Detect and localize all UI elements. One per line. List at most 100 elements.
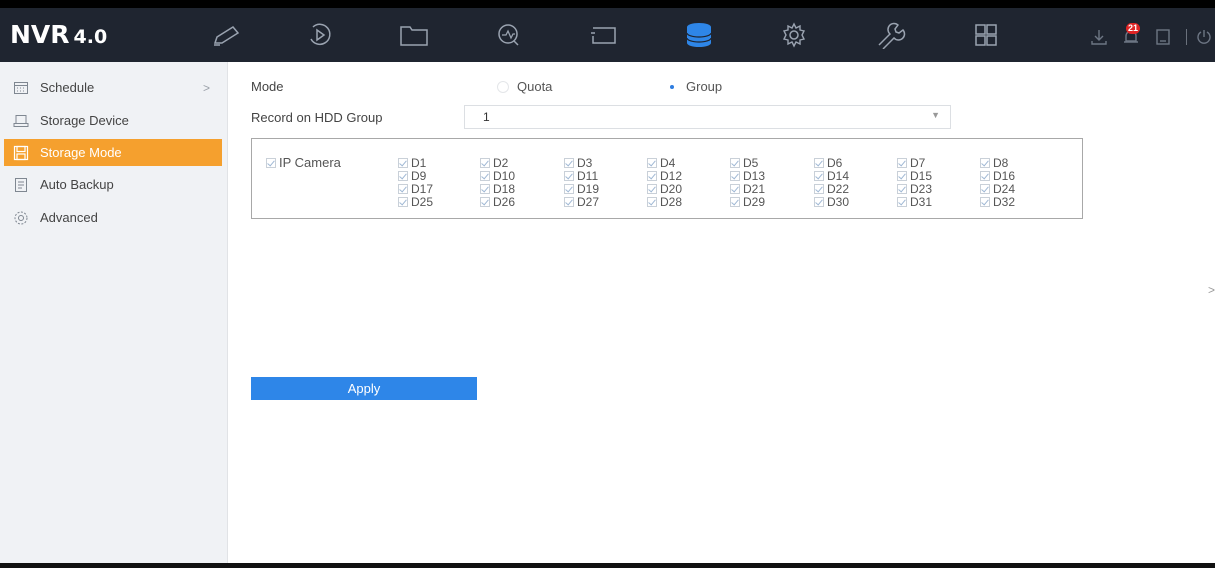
- window-top-edge: [0, 0, 1215, 8]
- camera-label: D23: [910, 182, 933, 196]
- camera-label: D19: [577, 182, 600, 196]
- camera-label: D29: [743, 195, 766, 209]
- hdd-group-select[interactable]: 1 ▼: [464, 105, 951, 129]
- camera-label: D11: [577, 169, 599, 183]
- camera-checkbox[interactable]: D13: [730, 170, 765, 182]
- camera-checkbox[interactable]: D29: [730, 196, 765, 208]
- camera-label: D26: [493, 195, 516, 209]
- checkbox-indicator: [564, 197, 574, 207]
- checkbox-indicator: [814, 171, 824, 181]
- hdd-group-value: 1: [483, 110, 490, 124]
- sidebar-item-storage-device[interactable]: Storage Device: [4, 107, 222, 134]
- camera-checkbox[interactable]: D19: [564, 183, 599, 195]
- header-tools: 21: [1078, 23, 1215, 48]
- camera-checkbox[interactable]: D12: [647, 170, 682, 182]
- camera-checkbox[interactable]: D32: [980, 196, 1015, 208]
- sidebar-item-label: Auto Backup: [40, 177, 114, 192]
- camera-label: D12: [660, 169, 683, 183]
- camera-label: D8: [993, 156, 1009, 170]
- nav-storage[interactable]: [682, 18, 716, 52]
- camera-checkbox[interactable]: D20: [647, 183, 682, 195]
- checkbox-indicator: [398, 171, 408, 181]
- nav-file-management[interactable]: [397, 18, 431, 52]
- checkbox-indicator: [398, 184, 408, 194]
- checkbox-indicator: [647, 184, 657, 194]
- checkbox-indicator: [897, 158, 907, 168]
- camera-label: D21: [743, 182, 766, 196]
- camera-checkbox[interactable]: D9: [398, 170, 426, 182]
- camera-label: D14: [827, 169, 850, 183]
- camera-checkbox[interactable]: D27: [564, 196, 599, 208]
- camera-checkbox[interactable]: D23: [897, 183, 932, 195]
- checkbox-indicator: [480, 197, 490, 207]
- sidebar-item-auto-backup[interactable]: Auto Backup: [4, 171, 222, 198]
- power-button[interactable]: [1193, 26, 1215, 48]
- checkbox-indicator: [897, 197, 907, 207]
- camera-checkbox[interactable]: D1: [398, 157, 426, 169]
- camera-checkbox[interactable]: D10: [480, 170, 515, 182]
- checkbox-indicator: [564, 158, 574, 168]
- checkbox-indicator: [564, 171, 574, 181]
- nav-playback[interactable]: [303, 18, 337, 52]
- camera-checkbox[interactable]: D18: [480, 183, 515, 195]
- sidebar-item-label: Advanced: [40, 210, 98, 225]
- camera-checkbox[interactable]: D31: [897, 196, 932, 208]
- alarm-count-badge: 21: [1126, 23, 1141, 34]
- nav-configuration[interactable]: [777, 18, 811, 52]
- main-content: Mode Quota Group Record on HDD Group 1 ▼…: [229, 62, 1215, 568]
- nav-picture[interactable]: [587, 18, 621, 52]
- sidebar-item-storage-mode[interactable]: Storage Mode: [4, 139, 222, 166]
- camera-checkbox[interactable]: D28: [647, 196, 682, 208]
- sidebar-item-advanced[interactable]: Advanced: [4, 204, 222, 231]
- backup-icon: [12, 176, 30, 194]
- alarm-button[interactable]: 21: [1120, 23, 1142, 48]
- camera-checkbox[interactable]: D30: [814, 196, 849, 208]
- nav-smart-analysis[interactable]: [492, 18, 526, 52]
- tool-divider: [1186, 29, 1187, 45]
- screen-icon: [591, 27, 616, 44]
- camera-label: D13: [743, 169, 766, 183]
- camera-label: D7: [910, 156, 926, 170]
- camera-checkbox[interactable]: D7: [897, 157, 925, 169]
- ip-camera-checkbox[interactable]: IP Camera: [266, 156, 341, 169]
- download-button[interactable]: [1088, 26, 1110, 48]
- camera-checkbox[interactable]: D15: [897, 170, 932, 182]
- mode-group-radio[interactable]: Group: [666, 79, 722, 94]
- camera-checkbox[interactable]: D17: [398, 183, 433, 195]
- camera-checkbox[interactable]: D22: [814, 183, 849, 195]
- camera-checkbox[interactable]: D26: [480, 196, 515, 208]
- checkbox-indicator: [814, 184, 824, 194]
- checkbox-indicator: [266, 158, 276, 168]
- sidebar-item-schedule[interactable]: Schedule >: [4, 74, 222, 101]
- checkbox-indicator: [730, 158, 740, 168]
- mode-quota-radio[interactable]: Quota: [497, 79, 552, 94]
- camera-label: D20: [660, 182, 683, 196]
- camera-checkbox[interactable]: D25: [398, 196, 433, 208]
- camera-checkbox[interactable]: D21: [730, 183, 765, 195]
- camera-label: D10: [493, 169, 516, 183]
- checkbox-indicator: [897, 184, 907, 194]
- camera-label: D28: [660, 195, 683, 209]
- camera-checkbox[interactable]: D24: [980, 183, 1015, 195]
- account-button[interactable]: [1152, 26, 1174, 48]
- checkbox-indicator: [398, 197, 408, 207]
- save-icon: [12, 144, 30, 162]
- camera-checkbox[interactable]: D14: [814, 170, 849, 182]
- camera-checkbox[interactable]: D5: [730, 157, 758, 169]
- checkbox-indicator: [814, 158, 824, 168]
- checkbox-indicator: [980, 158, 990, 168]
- nav-live-view[interactable]: [210, 18, 244, 52]
- camera-checkbox[interactable]: D16: [980, 170, 1015, 182]
- checkbox-indicator: [647, 158, 657, 168]
- scroll-right-arrow[interactable]: >: [1208, 283, 1215, 297]
- apply-button[interactable]: Apply: [251, 377, 477, 400]
- checkbox-indicator: [814, 197, 824, 207]
- camera-checkbox[interactable]: D6: [814, 157, 842, 169]
- camera-checkbox[interactable]: D8: [980, 157, 1008, 169]
- camera-checkbox[interactable]: D4: [647, 157, 675, 169]
- camera-checkbox[interactable]: D2: [480, 157, 508, 169]
- nav-maintenance[interactable]: [873, 18, 907, 52]
- camera-checkbox[interactable]: D11: [564, 170, 598, 182]
- camera-checkbox[interactable]: D3: [564, 157, 592, 169]
- nav-menu-grid[interactable]: [969, 18, 1003, 52]
